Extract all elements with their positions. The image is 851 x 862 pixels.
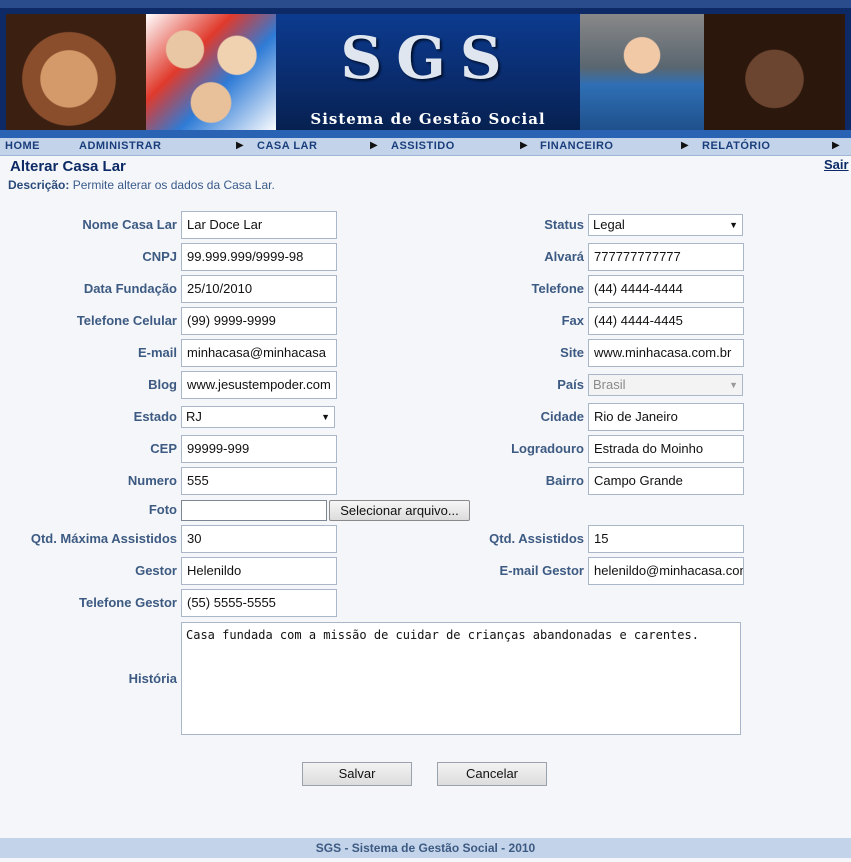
banner-divider	[0, 130, 851, 138]
label-status: Status	[544, 217, 584, 232]
child-photo-3	[704, 14, 845, 132]
header-banner: SGS Sistema de Gestão Social	[0, 0, 851, 138]
email-input[interactable]: minhacasa@minhacasa	[181, 339, 337, 367]
logo: SGS Sistema de Gestão Social	[276, 14, 580, 132]
label-email: E-mail	[137, 345, 177, 360]
nav-financeiro[interactable]: FINANCEIRO	[540, 140, 613, 152]
nav-arrow-icon: ▶	[520, 140, 528, 151]
chevron-down-icon: ▼	[729, 380, 738, 390]
nav-relatorio[interactable]: RELATÓRIO	[702, 140, 770, 152]
label-qtd-max: Qtd. Máxima Assistidos	[30, 531, 177, 546]
numero-input[interactable]: 555	[181, 467, 337, 495]
label-qtd-assistidos: Qtd. Assistidos	[489, 531, 584, 546]
child-photo-1	[6, 14, 146, 132]
footer: SGS - Sistema de Gestão Social - 2010	[0, 838, 851, 858]
alvara-input[interactable]: 777777777777	[588, 243, 744, 271]
label-fax: Fax	[561, 313, 584, 328]
tel-gestor-input[interactable]: (55) 5555-5555	[181, 589, 337, 617]
main-nav: HOME ADMINISTRAR ▶ CASA LAR ▶ ASSISTIDO …	[0, 138, 851, 156]
label-email-gestor: E-mail Gestor	[499, 563, 584, 578]
label-alvara: Alvará	[544, 249, 584, 264]
logout-link[interactable]: Sair	[824, 157, 849, 172]
label-nome: Nome Casa Lar	[82, 217, 177, 232]
label-bairro: Bairro	[545, 473, 584, 488]
data-fundacao-input[interactable]: 25/10/2010	[181, 275, 337, 303]
child-photo-2	[580, 14, 704, 132]
pais-select: Brasil ▼	[588, 374, 743, 396]
label-pais: País	[557, 377, 584, 392]
nav-administrar[interactable]: ADMINISTRAR	[79, 140, 162, 152]
status-value: Legal	[593, 217, 625, 232]
nav-arrow-icon: ▶	[236, 140, 244, 151]
logo-subtitle: Sistema de Gestão Social	[310, 110, 546, 128]
label-logradouro: Logradouro	[511, 441, 584, 456]
page-title: Alterar Casa Lar	[10, 158, 126, 175]
nav-casa-lar[interactable]: CASA LAR	[257, 140, 317, 152]
blog-input[interactable]: www.jesustempoder.com	[181, 371, 337, 399]
page-description: Descrição: Permite alterar os dados da C…	[8, 178, 275, 192]
gestor-input[interactable]: Helenildo	[181, 557, 337, 585]
children-group-photo	[146, 14, 276, 132]
nav-arrow-icon: ▶	[681, 140, 689, 151]
pais-value: Brasil	[593, 377, 626, 392]
nav-home[interactable]: HOME	[5, 140, 40, 152]
select-file-button[interactable]: Selecionar arquivo...	[329, 500, 470, 521]
logradouro-input[interactable]: Estrada do Moinho	[588, 435, 744, 463]
label-tel-gestor: Telefone Gestor	[78, 595, 177, 610]
label-estado: Estado	[133, 409, 177, 424]
logo-title: SGS	[340, 24, 516, 92]
foto-file-input[interactable]	[181, 500, 327, 521]
label-gestor: Gestor	[135, 563, 177, 578]
label-celular: Telefone Celular	[76, 313, 177, 328]
email-gestor-input[interactable]: helenildo@minhacasa.com	[588, 557, 744, 585]
chevron-down-icon: ▼	[321, 412, 330, 422]
label-site: Site	[560, 345, 584, 360]
status-select[interactable]: Legal ▼	[588, 214, 743, 236]
nav-arrow-icon: ▶	[370, 140, 378, 151]
label-cnpj: CNPJ	[142, 249, 177, 264]
description-label: Descrição:	[8, 178, 70, 192]
label-historia: História	[128, 671, 177, 686]
estado-select[interactable]: RJ ▼	[181, 406, 335, 428]
label-telefone: Telefone	[531, 281, 585, 296]
label-cep: CEP	[150, 441, 177, 456]
label-blog: Blog	[148, 377, 177, 392]
telefone-input[interactable]: (44) 4444-4444	[588, 275, 744, 303]
cidade-input[interactable]: Rio de Janeiro	[588, 403, 744, 431]
cancel-button[interactable]: Cancelar	[437, 762, 547, 786]
estado-value: RJ	[186, 409, 202, 424]
fax-input[interactable]: (44) 4444-4445	[588, 307, 744, 335]
save-button[interactable]: Salvar	[302, 762, 412, 786]
historia-textarea[interactable]: Casa fundada com a missão de cuidar de c…	[181, 622, 741, 735]
cep-input[interactable]: 99999-999	[181, 435, 337, 463]
chevron-down-icon: ▼	[729, 220, 738, 230]
nome-input[interactable]: Lar Doce Lar	[181, 211, 337, 239]
qtd-assistidos-input[interactable]: 15	[588, 525, 744, 553]
label-foto: Foto	[148, 502, 177, 517]
site-input[interactable]: www.minhacasa.com.br	[588, 339, 744, 367]
cnpj-input[interactable]: 99.999.999/9999-98	[181, 243, 337, 271]
description-text: Permite alterar os dados da Casa Lar.	[72, 178, 275, 192]
label-data-fundacao: Data Fundação	[83, 281, 177, 296]
qtd-max-input[interactable]: 30	[181, 525, 337, 553]
bairro-input[interactable]: Campo Grande	[588, 467, 744, 495]
nav-arrow-icon: ▶	[832, 140, 840, 151]
celular-input[interactable]: (99) 9999-9999	[181, 307, 337, 335]
label-numero: Numero	[127, 473, 177, 488]
label-cidade: Cidade	[540, 409, 584, 424]
nav-assistido[interactable]: ASSISTIDO	[391, 140, 455, 152]
